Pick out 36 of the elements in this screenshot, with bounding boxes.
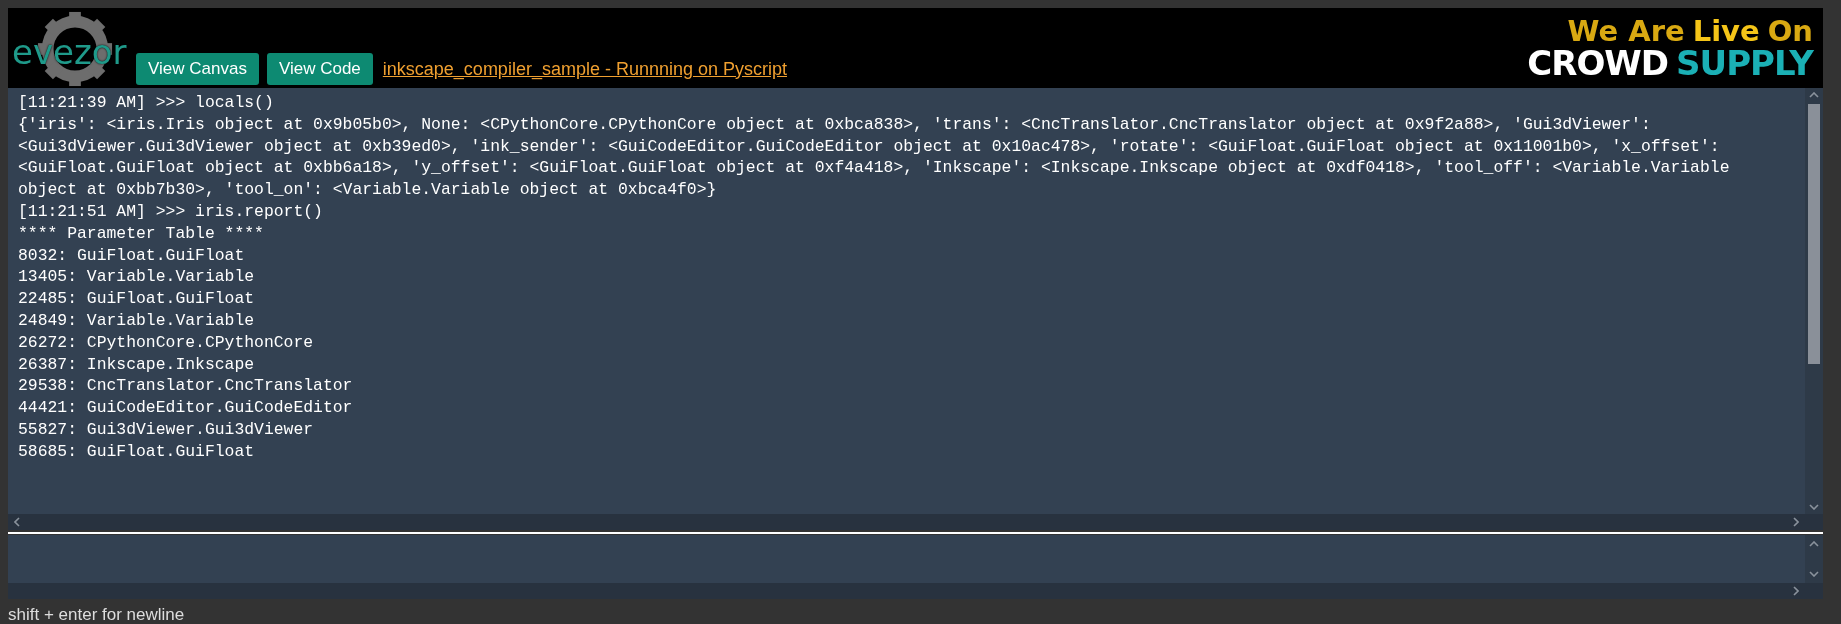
chevron-up-icon[interactable]: [1809, 541, 1819, 547]
console-line: <GuiFloat.GuiFloat object at 0xbb6a18>, 'y_offset': <GuiFloat.GuiFloat object at 0xf4a418>, 'Inkscape': <Inkscape.Inkscape object at 0xdf0418>, 'tool_off': <Variable.Variable: [18, 157, 1731, 180]
console-line: 29538: CncTranslator.CncTranslator: [18, 375, 354, 398]
banner-tagline-word: Live: [1692, 16, 1760, 46]
title-link[interactable]: inkscape_compiler_sample - Runnning on Pyscript: [382, 58, 787, 80]
console-line: [11:21:39 AM] >>> locals(): [18, 92, 275, 114]
vertical-scrollbar[interactable]: [1805, 88, 1823, 514]
chevron-down-icon[interactable]: [1809, 504, 1819, 510]
view-button[interactable]: View Code: [266, 53, 373, 85]
console-line: object at 0xbb7b30>, 'tool_on': <Variable.Variable object at 0xbca4f0>}: [18, 179, 718, 201]
banner-brand-word: SUPPLY: [1676, 45, 1813, 80]
console-line: 58685: GuiFloat.GuiFloat: [18, 440, 256, 463]
chevron-left-icon[interactable]: [14, 517, 20, 527]
console-line: 22485: GuiFloat.GuiFloat: [18, 288, 256, 310]
console-line: 24849: Variable.Variable: [18, 309, 256, 332]
console-line: {'iris': <iris.Iris object at 0x9b05b0>, None: <CPythonCore.CPythonCore object at 0xbca838>, 'trans': <CncTranslator.CncTranslator object at 0x9f2a88>, 'Gui3dViewer':: [18, 113, 1652, 136]
chevron-right-icon[interactable]: [1793, 517, 1799, 527]
console-line: 8032: GuiFloat.GuiFloat: [18, 244, 246, 267]
console-line: **** Parameter Table ****: [18, 222, 265, 245]
chevron-right-icon[interactable]: [1793, 586, 1799, 596]
console-line: 26387: Inkscape.Inkscape: [18, 353, 256, 376]
input-field[interactable]: [8, 535, 1823, 599]
chevron-up-icon[interactable]: [1809, 92, 1819, 98]
banner-brand-word: CROWD: [1527, 45, 1669, 80]
console-line: 26272: CPythonCore.CPythonCore: [18, 331, 315, 354]
status-hint: shift + enter for newline: [8, 604, 186, 624]
console-line: 55827: Gui3dViewer.Gui3dViewer: [18, 418, 315, 441]
console-line: <Gui3dViewer.Gui3dViewer object at 0xb39ed0>, 'ink_sender': <GuiCodeEditor.GuiCodeEditor object at 0x10ac478>, 'rotate': <GuiFloat.GuiFloat object at 0x11001b0>, 'x_offset':: [18, 135, 1721, 158]
console-line: [11:21:51 AM] >>> iris.report(): [18, 201, 324, 223]
console-line: 44421: GuiCodeEditor.GuiCodeEditor: [18, 397, 354, 419]
horizontal-scrollbar[interactable]: [8, 514, 1823, 530]
banner-tagline-word: We Are: [1567, 16, 1685, 46]
banner-tagline-word: On: [1767, 16, 1813, 46]
view-button[interactable]: View Canvas: [136, 53, 259, 85]
console-line: 13405: Variable.Variable: [18, 266, 256, 289]
chevron-down-icon[interactable]: [1809, 571, 1819, 577]
